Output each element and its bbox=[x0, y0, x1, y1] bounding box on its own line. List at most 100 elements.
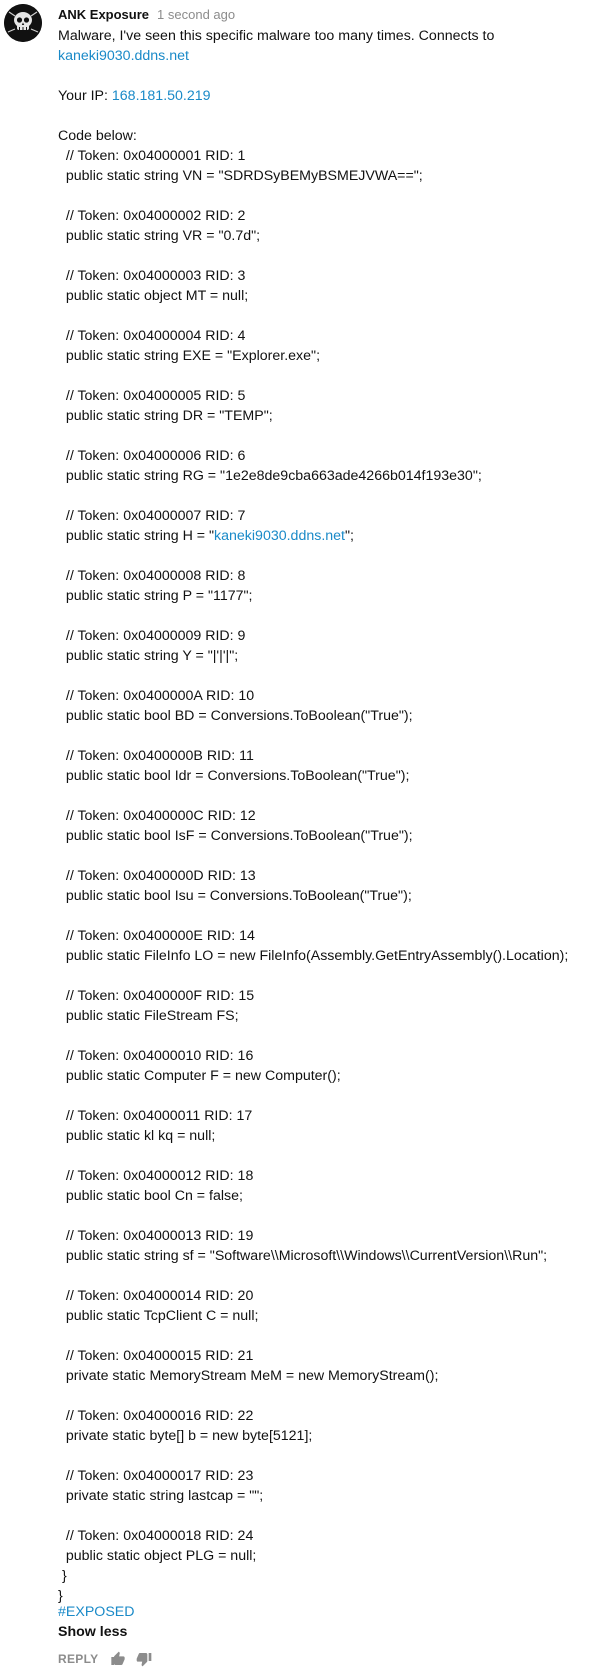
comment-text: // Token: 0x04000004 RID: 4 bbox=[58, 328, 246, 344]
comment-text: // Token: 0x04000003 RID: 3 bbox=[58, 268, 246, 284]
comment-text: // Token: 0x04000014 RID: 20 bbox=[58, 1288, 254, 1304]
comment-line bbox=[58, 66, 608, 86]
comment-text: // Token: 0x0400000F RID: 15 bbox=[58, 988, 255, 1004]
author-name[interactable]: ANK Exposure bbox=[58, 7, 149, 22]
comment-line: // Token: 0x0400000C RID: 12 bbox=[58, 806, 608, 826]
comment-line: public static string P = "1177"; bbox=[58, 586, 608, 606]
comment-line bbox=[58, 486, 608, 506]
comment-text: public static string P = "1177"; bbox=[58, 588, 253, 604]
comment-line bbox=[58, 106, 608, 126]
comment-line: // Token: 0x04000018 RID: 24 bbox=[58, 1526, 608, 1546]
comment-link[interactable]: 168.181.50.219 bbox=[112, 88, 211, 104]
comment-text: public static TcpClient C = null; bbox=[58, 1308, 259, 1324]
comment-line: public static string RG = "1e2e8de9cba66… bbox=[58, 466, 608, 486]
comment: ANK Exposure 1 second ago Malware, I've s… bbox=[0, 0, 613, 1674]
comment-text: // Token: 0x04000008 RID: 8 bbox=[58, 568, 246, 584]
comment-line: public static string VN = "SDRDSyBEMyBSM… bbox=[58, 166, 608, 186]
comment-text: public static string VN = "SDRDSyBEMyBSM… bbox=[58, 168, 423, 184]
comment-line: // Token: 0x0400000F RID: 15 bbox=[58, 986, 608, 1006]
show-less-button[interactable]: Show less bbox=[58, 1622, 127, 1642]
avatar[interactable] bbox=[4, 4, 42, 42]
comment-line: private static string lastcap = ""; bbox=[58, 1486, 608, 1506]
comment-text: public static bool Idr = Conversions.ToB… bbox=[58, 768, 410, 784]
comment-line: // Token: 0x04000003 RID: 3 bbox=[58, 266, 608, 286]
comment-text: // Token: 0x04000018 RID: 24 bbox=[58, 1528, 254, 1544]
comment-line bbox=[58, 1326, 608, 1346]
comment-line bbox=[58, 306, 608, 326]
comment-line bbox=[58, 726, 608, 746]
comment-line bbox=[58, 1506, 608, 1526]
comment-text: public static bool BD = Conversions.ToBo… bbox=[58, 708, 413, 724]
comment-line: // Token: 0x04000010 RID: 16 bbox=[58, 1046, 608, 1066]
comment-text: public static FileStream FS; bbox=[58, 1008, 239, 1024]
comment-text: // Token: 0x04000009 RID: 9 bbox=[58, 628, 246, 644]
comment-line bbox=[58, 546, 608, 566]
comment-line bbox=[58, 246, 608, 266]
comment-text: public static string H = " bbox=[58, 528, 215, 544]
comment-line: // Token: 0x04000013 RID: 19 bbox=[58, 1226, 608, 1246]
comment-line: kaneki9030.ddns.net bbox=[58, 46, 608, 66]
comment-timestamp[interactable]: 1 second ago bbox=[157, 7, 235, 22]
comment-line: public static FileStream FS; bbox=[58, 1006, 608, 1026]
comment-line: public static bool Isu = Conversions.ToB… bbox=[58, 886, 608, 906]
comment-actions: REPLY bbox=[58, 1649, 152, 1669]
comment-line: // Token: 0x04000017 RID: 23 bbox=[58, 1466, 608, 1486]
comment-line bbox=[58, 1146, 608, 1166]
comment-line: // Token: 0x04000004 RID: 4 bbox=[58, 326, 608, 346]
comment-text: public static bool IsF = Conversions.ToB… bbox=[58, 828, 413, 844]
comment-text: public static string EXE = "Explorer.exe… bbox=[58, 348, 321, 364]
comment-line: Code below: bbox=[58, 126, 608, 146]
comment-line: } bbox=[58, 1586, 608, 1606]
comment-line bbox=[58, 606, 608, 626]
comment-line bbox=[58, 186, 608, 206]
skull-logo-icon bbox=[4, 4, 42, 42]
comment-text: // Token: 0x04000017 RID: 23 bbox=[58, 1468, 254, 1484]
comment-header: ANK Exposure 1 second ago bbox=[58, 6, 235, 24]
comment-line bbox=[58, 1086, 608, 1106]
comment-text: // Token: 0x0400000B RID: 11 bbox=[58, 748, 254, 764]
comment-line: public static bool Cn = false; bbox=[58, 1186, 608, 1206]
comment-text: public static object PLG = null; bbox=[58, 1548, 257, 1564]
thumb-up-icon[interactable] bbox=[110, 1651, 126, 1667]
reply-button[interactable]: REPLY bbox=[58, 1652, 98, 1666]
comment-line: // Token: 0x04000011 RID: 17 bbox=[58, 1106, 608, 1126]
comment-text: public static bool Cn = false; bbox=[58, 1188, 243, 1204]
comment-text: // Token: 0x0400000C RID: 12 bbox=[58, 808, 256, 824]
comment-line: // Token: 0x04000016 RID: 22 bbox=[58, 1406, 608, 1426]
comment-text: // Token: 0x04000012 RID: 18 bbox=[58, 1168, 254, 1184]
thumb-down-icon[interactable] bbox=[136, 1651, 152, 1667]
comment-text: // Token: 0x0400000A RID: 10 bbox=[58, 688, 255, 704]
comment-line bbox=[58, 366, 608, 386]
comment-line: // Token: 0x04000006 RID: 6 bbox=[58, 446, 608, 466]
comment-text: // Token: 0x04000013 RID: 19 bbox=[58, 1228, 254, 1244]
comment-text: "; bbox=[345, 528, 354, 544]
comment-line bbox=[58, 846, 608, 866]
comment-text: public static object MT = null; bbox=[58, 288, 249, 304]
hashtag-link[interactable]: #EXPOSED bbox=[58, 1602, 135, 1622]
comment-line bbox=[58, 1446, 608, 1466]
comment-line: // Token: 0x0400000B RID: 11 bbox=[58, 746, 608, 766]
comment-text: // Token: 0x0400000D RID: 13 bbox=[58, 868, 256, 884]
comment-text: Your IP: bbox=[58, 88, 112, 104]
comment-line: // Token: 0x04000009 RID: 9 bbox=[58, 626, 608, 646]
comment-link[interactable]: kaneki9030.ddns.net bbox=[214, 528, 345, 544]
comment-text: // Token: 0x04000002 RID: 2 bbox=[58, 208, 246, 224]
comment-text: } bbox=[58, 1568, 67, 1584]
comment-text: public static string VR = "0.7d"; bbox=[58, 228, 261, 244]
comment-line: public static string Y = "|'|'|"; bbox=[58, 646, 608, 666]
comment-link[interactable]: kaneki9030.ddns.net bbox=[58, 48, 189, 64]
comment-text: public static string sf = "Software\\Mic… bbox=[58, 1248, 548, 1264]
comment-text: Malware, I've seen this specific malware… bbox=[58, 28, 495, 44]
comment-line: // Token: 0x04000015 RID: 21 bbox=[58, 1346, 608, 1366]
comment-line: // Token: 0x0400000A RID: 10 bbox=[58, 686, 608, 706]
comment-line bbox=[58, 1266, 608, 1286]
comment-text: // Token: 0x04000015 RID: 21 bbox=[58, 1348, 254, 1364]
comment-line: } bbox=[58, 1566, 608, 1586]
comment-line: public static FileInfo LO = new FileInfo… bbox=[58, 946, 608, 966]
comment-line: public static string H = "kaneki9030.ddn… bbox=[58, 526, 608, 546]
comment-body: Malware, I've seen this specific malware… bbox=[58, 26, 608, 1606]
comment-text: private static string lastcap = ""; bbox=[58, 1488, 264, 1504]
comment-line: public static bool BD = Conversions.ToBo… bbox=[58, 706, 608, 726]
comment-line: public static string EXE = "Explorer.exe… bbox=[58, 346, 608, 366]
comment-text: // Token: 0x04000010 RID: 16 bbox=[58, 1048, 254, 1064]
